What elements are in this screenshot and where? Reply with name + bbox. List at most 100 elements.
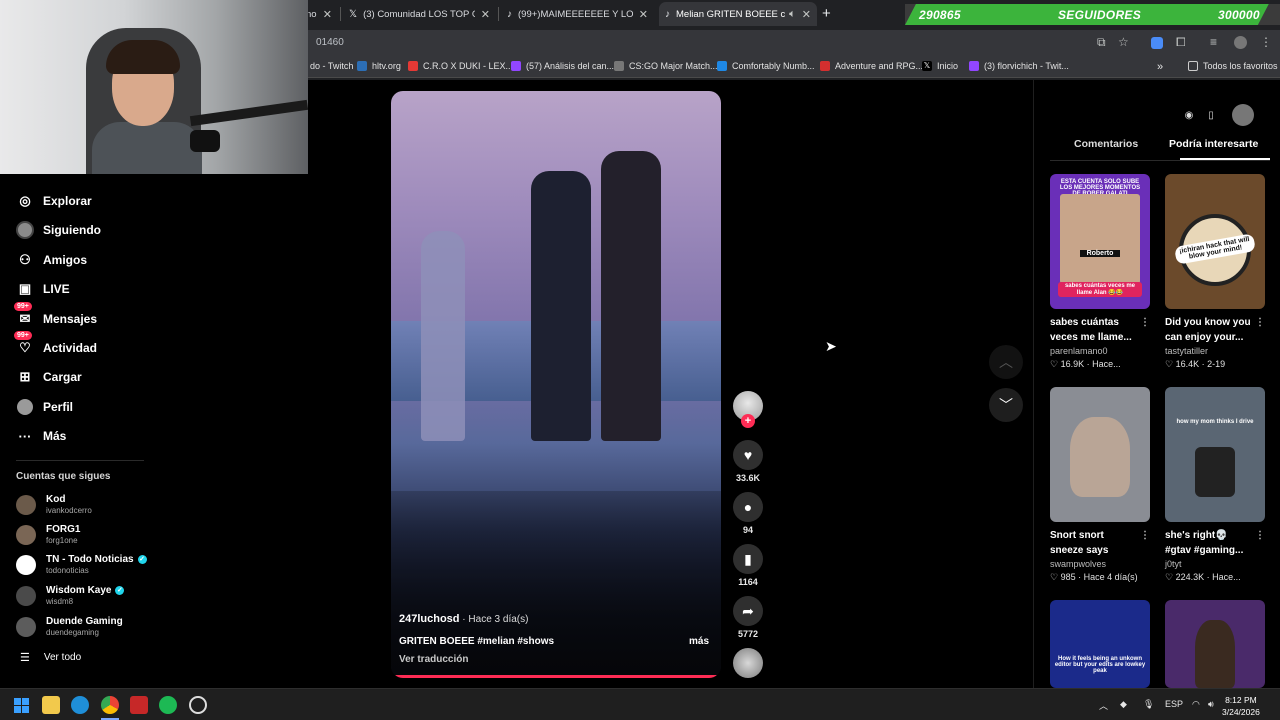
nav-cargar[interactable]: ⊞ Cargar (16, 368, 82, 386)
video-thumbnail[interactable] (1165, 600, 1265, 688)
video-thumbnail[interactable]: how my mom thinks I drive (1165, 387, 1265, 522)
nav-amigos[interactable]: ⚇ Amigos (16, 251, 87, 269)
chevron-up-icon[interactable]: ︿ (1099, 699, 1108, 712)
nav-actividad[interactable]: ♡ 99+ Actividad (14, 331, 97, 357)
mute-icon[interactable]: 🔈︎ (789, 8, 796, 21)
comment-button[interactable]: ● 94 (731, 492, 765, 535)
video-thumbnail[interactable]: ESTA CUENTA SOLO SUBE LOS MEJORES MOMENT… (1050, 174, 1150, 309)
browser-tab-active[interactable]: ♪ Melian GRITEN BOEEE canc 🔈︎ ✕ (659, 2, 817, 26)
followed-account[interactable]: Duende Gaming duendegaming (16, 616, 123, 637)
translate-link[interactable]: Ver traducción (399, 654, 468, 665)
sound-disc-icon[interactable] (733, 648, 763, 678)
bookmark-item[interactable]: hltv.org (357, 61, 401, 71)
extension-icon[interactable] (1151, 37, 1163, 49)
video-author[interactable]: 247luchosd · Hace 3 día(s) (399, 613, 528, 625)
nav-mensajes[interactable]: ✉ 99+ Mensajes (14, 302, 97, 328)
install-app-icon[interactable]: ⧉ (1097, 35, 1106, 50)
next-video-button[interactable]: ﹀ (989, 388, 1023, 422)
card-user[interactable]: swampwolves (1050, 559, 1150, 569)
profile-avatar[interactable] (1234, 36, 1247, 49)
recommended-video-card[interactable]: ¡ichiran hack that will blow your mind! … (1165, 174, 1265, 370)
microphone-icon[interactable]: 🎙︎ (1143, 699, 1154, 710)
media-control-icon[interactable]: ≡ (1210, 35, 1217, 49)
follow-plus-icon[interactable]: + (741, 414, 755, 428)
share-button[interactable]: ➦ 5772 (731, 596, 765, 639)
device-icon[interactable]: ▯ (1200, 104, 1222, 126)
recommended-video-card[interactable]: Snort snort sneeze says “Simon say... ⋮ s… (1050, 387, 1150, 583)
followed-account[interactable]: FORG1 forg1one (16, 524, 80, 545)
followed-account[interactable]: TN - Todo Noticias ✓ todonoticias (16, 554, 147, 575)
recommended-video-card[interactable]: How it feels being an unkown editor but … (1050, 600, 1150, 688)
card-user[interactable]: j0tyt (1165, 559, 1265, 569)
recommended-video-card[interactable]: how my mom thinks I drive she's right💀 #… (1165, 387, 1265, 583)
kebab-menu-icon[interactable]: ⋮ (1255, 528, 1265, 543)
new-tab-button[interactable]: + (822, 5, 831, 22)
kebab-menu-icon[interactable]: ⋮ (1140, 315, 1150, 330)
browser-tab-3[interactable]: ♪ (99+)MAIMEEEEEEE Y LOS FOR ✕ (501, 2, 654, 26)
card-user[interactable]: tastytatiller (1165, 346, 1265, 356)
save-button[interactable]: ▮ 1164 (731, 544, 765, 587)
notification-badge: 99+ (14, 302, 32, 311)
explore-icon[interactable]: ◉ (1178, 104, 1200, 126)
like-button[interactable]: ♥ 33.6K (731, 440, 765, 483)
close-icon[interactable]: ✕ (323, 8, 332, 21)
file-explorer-icon[interactable] (42, 696, 60, 714)
video-thumbnail[interactable] (1050, 387, 1150, 522)
card-user[interactable]: parenlamano0 (1050, 346, 1150, 356)
all-bookmarks-folder[interactable]: Todos los favoritos (1188, 61, 1278, 71)
extensions-puzzle-icon[interactable]: ⧠ (1176, 35, 1186, 50)
recommended-video-card[interactable]: ESTA CUENTA SOLO SUBE LOS MEJORES MOMENT… (1050, 174, 1150, 370)
nav-perfil[interactable]: Perfil (16, 398, 73, 416)
tab-comentarios[interactable]: Comentarios (1074, 138, 1138, 150)
bookmark-item[interactable]: do - Twitch (310, 61, 353, 71)
kebab-menu-icon[interactable]: ⋮ (1140, 528, 1150, 543)
bookmark-item[interactable]: CS:GO Major Match... (614, 61, 718, 71)
followed-account[interactable]: Kod ivankodcerro (16, 494, 92, 515)
chevron-right-icon[interactable]: » (1157, 61, 1163, 73)
see-all-link[interactable]: ☰ Ver todo (20, 651, 81, 664)
profile-avatar[interactable] (1232, 104, 1254, 126)
nav-explorar[interactable]: ◎ Explorar (16, 192, 91, 210)
wifi-icon[interactable]: ◠ (1192, 699, 1200, 710)
spotify-icon[interactable] (159, 696, 177, 714)
bookmark-star-icon[interactable]: ☆ (1118, 35, 1129, 49)
video-progress-bar[interactable] (391, 675, 721, 678)
nav-siguiendo[interactable]: Siguiendo (16, 221, 101, 239)
recommended-video-card[interactable] (1165, 600, 1265, 688)
bookmark-item[interactable]: Comfortably Numb... (717, 61, 815, 71)
tab-podria-interesarte[interactable]: Podría interesarte (1169, 138, 1258, 150)
following-avatar-icon (16, 221, 34, 239)
kebab-menu-icon[interactable]: ⋮ (1255, 315, 1265, 330)
close-icon[interactable]: ✕ (802, 8, 811, 21)
network-icon[interactable]: ◆ (1120, 699, 1127, 710)
thumbnail-caption: Roberto (1080, 250, 1120, 257)
close-icon[interactable]: ✕ (481, 8, 490, 21)
nav-live[interactable]: ▣ LIVE (16, 280, 70, 298)
chrome-icon[interactable] (101, 696, 119, 714)
video-thumbnail[interactable]: ¡ichiran hack that will blow your mind! (1165, 174, 1265, 309)
video-player[interactable]: 247luchosd · Hace 3 día(s) GRITEN BOEEE … (391, 91, 721, 678)
steam-icon[interactable] (189, 696, 207, 714)
browser-tab-2[interactable]: 𝕏 (3) Comunidad LOS TOP GLOBA ✕ (343, 2, 496, 26)
nav-label: LIVE (43, 282, 70, 296)
volume-icon[interactable]: 🔊︎ (1208, 699, 1214, 710)
clock[interactable]: 8:12 PM 3/24/2026 (1222, 694, 1260, 718)
language-indicator[interactable]: ESP (1165, 699, 1183, 709)
x-icon: 𝕏 (349, 8, 358, 20)
bookmark-item[interactable]: C.R.O X DUKI - LEX... (408, 61, 513, 71)
bookmark-item[interactable]: (3) florvichich - Twit... (969, 61, 1069, 71)
bookmark-item[interactable]: 𝕏 Inicio (922, 61, 958, 71)
bookmark-item[interactable]: (57) Análisis del can... (511, 61, 614, 71)
kebab-menu-icon[interactable]: ⋮ (1260, 35, 1272, 49)
bookmark-item[interactable]: Adventure and RPG... (820, 61, 923, 71)
edge-icon[interactable] (71, 696, 89, 714)
close-icon[interactable]: ✕ (639, 8, 648, 21)
nav-mas[interactable]: ··· Más (16, 427, 67, 445)
followed-account[interactable]: Wisdom Kaye ✓ wisdm8 (16, 585, 125, 606)
url-field[interactable]: 01460 (316, 37, 344, 48)
previous-video-button[interactable]: ︿ (989, 345, 1023, 379)
app-icon[interactable] (130, 696, 148, 714)
video-thumbnail[interactable]: How it feels being an unkown editor but … (1050, 600, 1150, 688)
more-button[interactable]: más (689, 636, 709, 647)
windows-start-icon[interactable] (12, 696, 30, 714)
